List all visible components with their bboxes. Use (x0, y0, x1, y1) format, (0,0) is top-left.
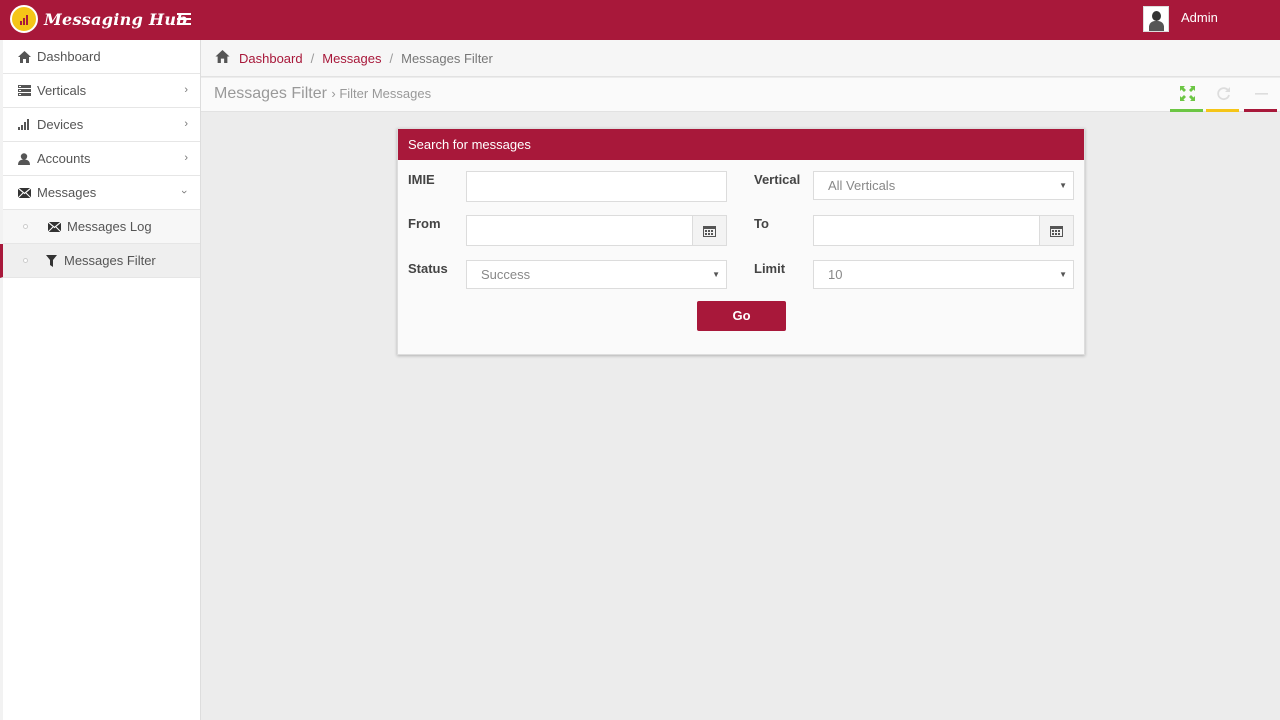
from-label: From (408, 216, 441, 231)
calendar-icon[interactable] (692, 216, 726, 245)
chevron-right-icon: › (184, 152, 188, 164)
page-title-text: Messages Filter (214, 85, 327, 102)
minus-icon (1254, 86, 1269, 105)
page-subtitle-text: Filter Messages (339, 86, 432, 101)
chevron-down-icon: › (178, 190, 191, 194)
to-date-input[interactable] (813, 215, 1074, 246)
fullscreen-button[interactable] (1170, 86, 1203, 112)
envelope-icon (47, 220, 61, 234)
limit-select[interactable]: 10 ▼ (813, 260, 1074, 289)
imie-input[interactable] (466, 171, 727, 202)
vertical-select[interactable]: All Verticals ▼ (813, 171, 1074, 200)
signal-icon (17, 118, 31, 132)
status-select[interactable]: Success ▼ (466, 260, 727, 289)
sidebar-subitem-messages-filter[interactable]: Messages Filter (0, 244, 200, 278)
caret-down-icon: ▼ (1059, 181, 1067, 190)
chevron-right-icon: › (184, 118, 188, 130)
sidebar-item-devices[interactable]: Devices › (3, 108, 200, 142)
sidebar-item-label: Accounts (37, 151, 91, 166)
status-select-value: Success (481, 267, 531, 282)
page-subtitle: › Filter Messages (331, 86, 432, 101)
go-button[interactable]: Go (697, 301, 786, 331)
sidebar: Dashboard Verticals › Devices › Accounts… (0, 40, 201, 720)
breadcrumb-link-messages[interactable]: Messages (322, 51, 381, 66)
limit-label: Limit (754, 261, 786, 276)
page-header: Messages Filter › Filter Messages (201, 78, 1280, 112)
sidebar-item-label: Messages Filter (64, 253, 156, 268)
top-navbar: Messaging Hub Admin (0, 0, 1280, 40)
sidebar-item-label: Messages (37, 185, 97, 200)
imie-label: IMIE (408, 172, 435, 187)
refresh-icon (1216, 86, 1231, 105)
sidebar-item-label: Dashboard (37, 49, 101, 64)
caret-down-icon: ▼ (1059, 270, 1067, 279)
menu-toggle-icon[interactable] (177, 13, 191, 25)
sidebar-item-messages[interactable]: Messages › (3, 176, 200, 210)
chevron-right-icon: › (184, 84, 188, 96)
user-icon (17, 152, 31, 166)
sidebar-item-dashboard[interactable]: Dashboard (3, 40, 200, 74)
vertical-label: Vertical (754, 172, 801, 187)
sidebar-item-label: Messages Log (67, 219, 152, 234)
sidebar-item-verticals[interactable]: Verticals › (3, 74, 200, 108)
calendar-icon[interactable] (1039, 216, 1073, 245)
panel-title: Search for messages (398, 129, 1084, 160)
to-label: To (754, 216, 769, 231)
breadcrumb-current: Messages Filter (401, 50, 493, 66)
app-logo[interactable]: Messaging Hub (10, 5, 188, 33)
collapse-button[interactable] (1244, 86, 1277, 112)
breadcrumb: Dashboard / Messages / Messages Filter (201, 40, 1280, 77)
search-panel: Search for messages IMIE Vertical All Ve… (397, 128, 1085, 355)
app-name: Messaging Hub (44, 9, 188, 29)
sidebar-item-label: Verticals (37, 83, 87, 98)
list-icon (17, 84, 31, 98)
sidebar-subitem-messages-log[interactable]: Messages Log (3, 210, 200, 244)
breadcrumb-link-dashboard[interactable]: Dashboard (239, 51, 303, 66)
breadcrumb-separator: / (389, 50, 394, 66)
limit-select-value: 10 (828, 267, 843, 282)
caret-down-icon: ▼ (712, 270, 720, 279)
signal-bars-icon (10, 5, 38, 33)
refresh-button[interactable] (1206, 86, 1239, 112)
status-label: Status (408, 261, 448, 276)
avatar[interactable] (1143, 6, 1169, 32)
sidebar-item-label: Devices (37, 117, 84, 132)
user-name[interactable]: Admin (1181, 10, 1218, 25)
home-icon (17, 50, 31, 64)
sidebar-item-accounts[interactable]: Accounts › (3, 142, 200, 176)
breadcrumb-separator: / (310, 50, 315, 66)
expand-icon (1180, 86, 1195, 105)
from-date-input[interactable] (466, 215, 727, 246)
envelope-icon (17, 186, 31, 200)
page-title: Messages Filter › Filter Messages (214, 85, 431, 103)
vertical-select-value: All Verticals (828, 178, 896, 193)
filter-icon (44, 254, 58, 268)
home-icon[interactable] (215, 50, 230, 66)
